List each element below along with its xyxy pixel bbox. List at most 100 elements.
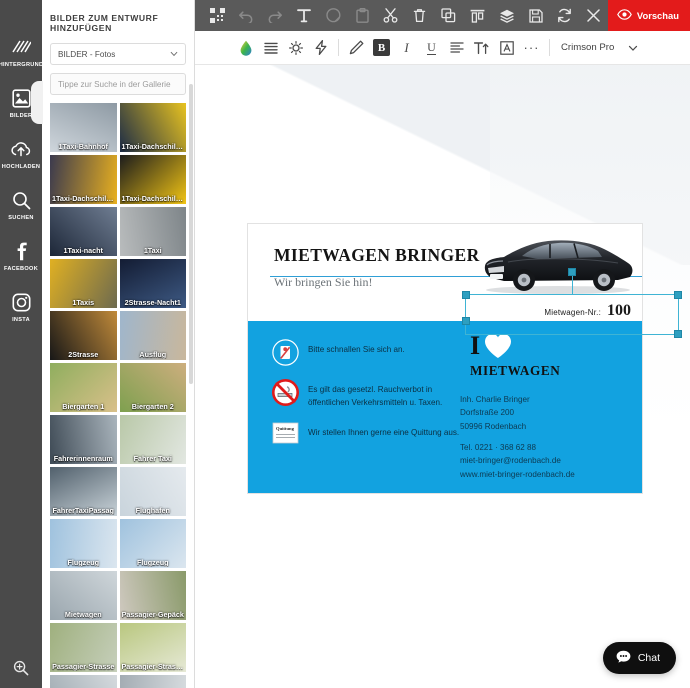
sidebar-item-hochladen[interactable]: HOCHLADEN: [0, 128, 42, 179]
cut-icon[interactable]: [377, 0, 406, 31]
gallery-thumbnail[interactable]: Fahrerinnenraum: [50, 415, 117, 464]
text-box-icon[interactable]: [494, 31, 519, 65]
brightness-icon[interactable]: [283, 31, 308, 65]
gallery-thumbnail[interactable]: 1Taxis: [50, 259, 117, 308]
category-select-value: BILDER - Fotos: [58, 49, 116, 59]
thumbnail-caption: Mietwagen: [64, 610, 102, 619]
gallery-thumbnail[interactable]: 1Taxi-Dachschild2: [50, 155, 117, 204]
effects-icon[interactable]: [308, 31, 333, 65]
panel-scrollbar[interactable]: [189, 84, 193, 384]
image-icon: [11, 87, 31, 110]
toolbar-divider: [338, 39, 339, 56]
chat-button[interactable]: Chat: [602, 642, 676, 674]
paste-icon[interactable]: [348, 0, 377, 31]
color-droplet-icon[interactable]: [233, 31, 258, 65]
gallery-thumbnail[interactable]: [50, 675, 117, 688]
font-size-icon[interactable]: [469, 31, 494, 65]
redo-icon[interactable]: [261, 0, 290, 31]
preview-button-label: Vorschau: [636, 10, 679, 21]
text-icon[interactable]: [290, 0, 319, 31]
gallery-search-placeholder: Tippe zur Suche in der Gallerie: [58, 79, 171, 89]
zoom-in-icon[interactable]: [0, 660, 42, 676]
thumbnail-caption: Fahrerinnenraum: [53, 454, 113, 463]
gallery-thumbnail[interactable]: 1Taxi: [119, 207, 186, 256]
sidebar-item-facebook[interactable]: FACEBOOK: [0, 230, 42, 281]
chevron-down-icon: [170, 51, 178, 57]
image-thumbnail-grid[interactable]: 1Taxi-Bahnhof 1Taxi-Dachschild1 1Taxi-Dach…: [50, 103, 186, 688]
design-canvas[interactable]: MIETWAGEN BRINGER Wir bringen Sie hin! M…: [196, 65, 690, 688]
bold-icon[interactable]: B: [369, 31, 394, 65]
thumbnail-caption: 1Taxi-Dachschild2: [52, 194, 115, 203]
refresh-icon[interactable]: [550, 0, 579, 31]
logo-letter-i: I: [470, 331, 481, 360]
gallery-thumbnail[interactable]: Flugzeug: [50, 519, 117, 568]
gallery-thumbnail[interactable]: [119, 675, 186, 688]
category-select[interactable]: BILDER - Fotos: [50, 43, 186, 65]
sidebar-item-instagram[interactable]: INSTA: [0, 281, 42, 332]
i-love-mietwagen-logo: I MIETWAGEN: [470, 333, 620, 379]
design-card[interactable]: MIETWAGEN BRINGER Wir bringen Sie hin! M…: [248, 224, 642, 493]
gallery-thumbnail[interactable]: Flughafen: [119, 467, 186, 516]
sidebar-item-bilder[interactable]: BILDER: [0, 77, 43, 128]
undo-icon[interactable]: [232, 0, 261, 31]
sidebar-item-hintergrund[interactable]: HINTERGRUND: [0, 26, 43, 77]
bold-button-label: B: [373, 39, 390, 56]
save-icon[interactable]: [521, 0, 550, 31]
gallery-thumbnail[interactable]: Mietwagen: [50, 571, 117, 620]
gallery-thumbnail[interactable]: 2Strasse: [50, 311, 117, 360]
gallery-thumbnail[interactable]: Passagier-Strasse: [50, 623, 117, 672]
more-icon[interactable]: ···: [519, 31, 544, 65]
sticker-icon[interactable]: [319, 0, 348, 31]
delete-icon[interactable]: [405, 0, 434, 31]
brand-title[interactable]: MIETWAGEN BRINGER: [274, 245, 480, 266]
pen-icon[interactable]: [344, 31, 369, 65]
car-photo[interactable]: [478, 232, 636, 298]
gallery-thumbnail[interactable]: Passagier-Gepäck: [119, 571, 186, 620]
gallery-thumbnail[interactable]: Passagier-Strasse2: [119, 623, 187, 672]
sidebar-item-label: SUCHEN: [8, 214, 34, 221]
card-body: Bitte schnallen Sie sich an. Es gilt das …: [248, 321, 642, 493]
gallery-thumbnail[interactable]: 1Taxi-Bahnhof: [50, 103, 117, 152]
thumbnail-caption: 1Taxi-Dachschild1: [121, 142, 185, 151]
instagram-icon: [11, 291, 31, 314]
thumbnail-caption: Biergarten 1: [62, 402, 105, 411]
preview-button[interactable]: Vorschau: [607, 0, 690, 31]
svg-text:Quittung: Quittung: [276, 426, 295, 431]
italic-icon[interactable]: I: [394, 31, 419, 65]
thumbnail-caption: Ausflug: [139, 350, 167, 359]
chat-button-label: Chat: [637, 652, 660, 664]
thumbnail-caption: 2Strasse-Nacht1: [124, 298, 181, 307]
close-icon[interactable]: [579, 0, 608, 31]
bullet-item: Quittung Wir stellen Ihnen gerne eine Qui…: [272, 422, 467, 449]
gallery-thumbnail[interactable]: 1Taxi-nacht: [50, 207, 117, 256]
gallery-thumbnail[interactable]: 2Strasse-Nacht1: [119, 259, 186, 308]
more-button-label: ···: [523, 39, 540, 55]
line-spacing-icon[interactable]: [258, 31, 283, 65]
gallery-thumbnail[interactable]: Flugzeug: [119, 519, 186, 568]
layers-icon[interactable]: [492, 0, 521, 31]
brand-slogan[interactable]: Wir bringen Sie hin!: [274, 275, 373, 290]
gallery-thumbnail[interactable]: Biergarten 1: [50, 363, 117, 412]
contact-block: Inh. Charlie Bringer Dorfstraße 200 5099…: [460, 393, 620, 481]
eye-icon: [617, 9, 632, 22]
gallery-thumbnail[interactable]: Ausflug: [119, 311, 186, 360]
text-format-toolbar: B I U ··· Crimson Pro: [195, 31, 690, 65]
gallery-thumbnail[interactable]: 1Taxi-Dachschild1: [119, 103, 186, 152]
gallery-thumbnail[interactable]: Biergarten 2: [119, 363, 186, 412]
align-left-icon[interactable]: [444, 31, 469, 65]
gallery-thumbnail[interactable]: 1Taxi-Dachschild3: [119, 155, 186, 204]
align-icon[interactable]: [463, 0, 492, 31]
contact-owner: Inh. Charlie Bringer: [460, 395, 530, 404]
qr-grid-icon[interactable]: [203, 0, 232, 31]
gallery-search-input[interactable]: Tippe zur Suche in der Gallerie: [50, 73, 186, 95]
underline-icon[interactable]: U: [419, 31, 444, 65]
duplicate-icon[interactable]: [434, 0, 463, 31]
bullet-item: Es gilt das gesetzl. Rauchverbot in öffe…: [272, 379, 467, 409]
sidebar-item-suchen[interactable]: SUCHEN: [0, 179, 42, 230]
upload-cloud-icon: [10, 138, 32, 161]
thumbnail-caption: 1Taxi-nacht: [63, 246, 103, 255]
thumbnail-caption: Passagier-Strasse2: [121, 662, 187, 671]
gallery-thumbnail[interactable]: FahrerTaxiPassag: [50, 467, 117, 516]
gallery-thumbnail[interactable]: Fahrer Taxi: [119, 415, 186, 464]
font-family-select[interactable]: Crimson Pro: [561, 42, 638, 53]
